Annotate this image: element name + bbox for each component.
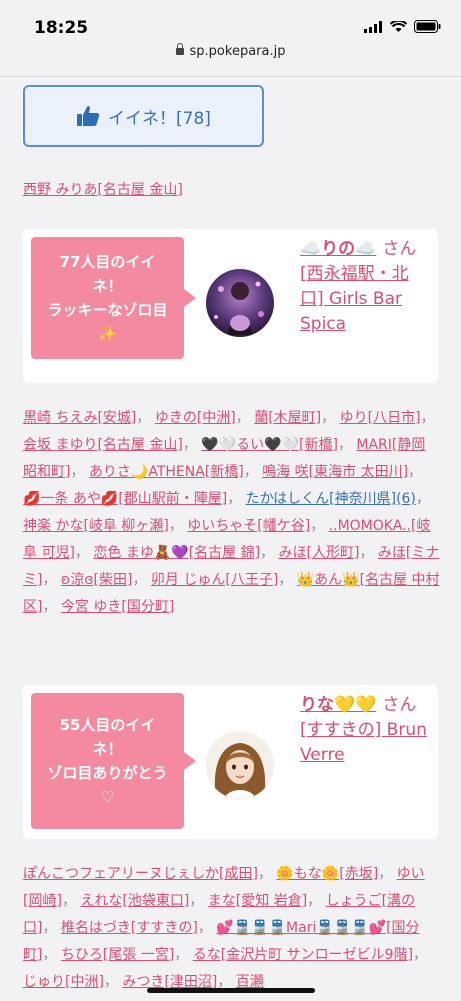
separator: ，: [42, 947, 61, 963]
liker-link[interactable]: 黒崎 ちえみ[安城]: [23, 410, 136, 426]
liker-info: ☁️りの☁️ さん [西永福駅・北口] Girls Bar Spica: [300, 237, 430, 337]
separator: ，: [61, 893, 81, 909]
liker-link[interactable]: たかはしくん[神奈川県](6): [246, 491, 416, 507]
liker-link[interactable]: ゆきの[中洲]: [155, 410, 236, 426]
separator: ，: [243, 464, 263, 480]
liker-link[interactable]: じゅり[中洲]: [23, 974, 104, 990]
separator: ，: [42, 572, 61, 588]
separator: ，: [278, 572, 297, 588]
bubble-line: 77人目のイイ: [59, 253, 156, 271]
separator: ，: [415, 491, 430, 507]
separator: ，: [337, 437, 357, 453]
liker-link[interactable]: ʚ涼ɞ[柴田]: [61, 572, 133, 588]
liker-link[interactable]: 会坂 まゆり[名古屋 金山]: [23, 437, 183, 453]
separator: ，: [70, 464, 89, 480]
avatar[interactable]: [206, 269, 274, 337]
separator: ，: [132, 572, 151, 588]
liker-link[interactable]: るな[金沢片町 サンローゼビル9階]: [193, 947, 413, 963]
liker-link[interactable]: 🌼もな🌼[赤坂]: [276, 866, 378, 882]
separator: ，: [42, 920, 61, 936]
liker-card: 55人目のイイ ネ！ ゾロ目ありがとう ♡ りな💛💛 さん [すすきの] Brun…: [23, 685, 438, 839]
recent-liker-link[interactable]: 西野 みりあ[名古屋 金山]: [23, 179, 183, 199]
separator: ，: [74, 545, 94, 561]
liker-link[interactable]: みほ[人形町]: [279, 545, 360, 561]
liker-link[interactable]: 神楽 かな[岐阜 柳ヶ瀬]: [23, 518, 169, 534]
bubble-line: ✨: [98, 325, 117, 343]
separator: ，: [227, 491, 246, 507]
wifi-icon: [390, 20, 407, 32]
milestone-bubble: 55人目のイイ ネ！ ゾロ目ありがとう ♡: [31, 693, 196, 829]
clock: 18:25: [34, 18, 89, 38]
shop-link[interactable]: [西永福駅・北口] Girls Bar Spica: [300, 264, 409, 334]
separator: ，: [103, 974, 123, 990]
liker-link[interactable]: ちひろ[尾張 一宮]: [61, 947, 174, 963]
liker-link[interactable]: ゆいちゃそ[幡ケ谷]: [187, 518, 310, 534]
address-bar[interactable]: sp.pokepara.jp: [0, 43, 461, 74]
separator: ，: [197, 920, 217, 936]
separator: ，: [260, 545, 279, 561]
honorific: さん: [382, 239, 417, 259]
liker-name-link[interactable]: ☁️りの☁️: [300, 239, 376, 259]
bubble-line: ゾロ目ありがとう: [47, 764, 168, 782]
separator: ，: [189, 893, 208, 909]
signal-icon: [364, 20, 382, 33]
liker-link[interactable]: ありさ🌙ATHENA[新橋]: [89, 464, 244, 480]
separator: ，: [321, 410, 340, 426]
separator: ，: [413, 947, 428, 963]
status-bar: 18:25: [0, 0, 461, 44]
shop-link[interactable]: [すすきの] Brun Verre: [300, 720, 427, 765]
like-button-label: イイネ！[78]: [108, 108, 211, 129]
separator: ，: [182, 437, 202, 453]
liker-link[interactable]: まな[愛知 岩倉]: [208, 893, 307, 909]
separator: ，: [408, 464, 423, 480]
separator: ，: [310, 518, 329, 534]
liker-link[interactable]: 今宮 ゆき[国分町]: [61, 599, 174, 615]
liker-link[interactable]: 椎名はづき[すすきの]: [61, 920, 198, 936]
separator: ，: [136, 410, 155, 426]
liker-name-link[interactable]: りな💛💛: [300, 695, 376, 715]
bubble-line: ラッキーなゾロ目: [47, 301, 168, 319]
home-indicator: [147, 988, 315, 993]
liker-list: 黒崎 ちえみ[安城]， ゆきの[中洲]， 蘭[木屋町]， ゆり[八日市]， 会坂…: [23, 405, 441, 621]
liker-link[interactable]: 恋色 まゆ🧸💜[名古屋 錦]: [93, 545, 260, 561]
separator: ，: [235, 410, 255, 426]
bubble-line: ♡: [100, 788, 115, 806]
liker-info: りな💛💛 さん [すすきの] Brun Verre: [300, 693, 430, 768]
page-content: イイネ！[78] 西野 みりあ[名古屋 金山] 77人目のイイ ネ！ ラッキーな…: [0, 76, 461, 1001]
liker-link[interactable]: ゆり[八日市]: [340, 410, 421, 426]
bubble-line: 55人目のイイ: [59, 716, 156, 734]
separator: ，: [174, 947, 193, 963]
separator: ，: [257, 866, 277, 882]
liker-link[interactable]: えれな[池袋東口]: [80, 893, 189, 909]
liker-link[interactable]: 鳴海 咲[東海市 太田川]: [262, 464, 408, 480]
lock-icon: [175, 43, 184, 55]
liker-link[interactable]: 卯月 じゅん[八王子]: [151, 572, 278, 588]
liker-link[interactable]: 蘭[木屋町]: [254, 410, 321, 426]
status-icons: [364, 20, 441, 33]
separator: ，: [359, 545, 378, 561]
liker-list: ぽんこつフェアリーヌじぇしか[成田]， 🌼もな🌼[赤坂]， ゆい[岡崎]， えれ…: [23, 861, 441, 996]
separator: ，: [307, 893, 326, 909]
liker-link[interactable]: 💋一条 あや💋[郡山駅前・陣屋]: [23, 491, 227, 507]
liker-link[interactable]: ぽんこつフェアリーヌじぇしか[成田]: [23, 866, 258, 882]
like-button[interactable]: イイネ！[78]: [23, 85, 264, 147]
separator: ，: [168, 518, 188, 534]
separator: ，: [420, 410, 435, 426]
avatar[interactable]: [206, 731, 274, 799]
url-text: sp.pokepara.jp: [189, 44, 286, 59]
battery-icon: [414, 20, 441, 33]
separator: ，: [378, 866, 397, 882]
bubble-line: ネ！: [92, 740, 123, 758]
liker-card: 77人目のイイ ネ！ ラッキーなゾロ目 ✨ ☁️りの☁️ さん [西永福駅・北口]…: [23, 229, 438, 383]
thumbs-up-icon: [77, 106, 100, 126]
bubble-line: ネ！: [92, 277, 123, 295]
separator: ，: [42, 599, 61, 615]
honorific: さん: [382, 695, 417, 715]
milestone-bubble: 77人目のイイ ネ！ ラッキーなゾロ目 ✨: [31, 237, 196, 359]
liker-link[interactable]: 🖤🤍るい🖤🤍[新橋]: [201, 437, 338, 453]
